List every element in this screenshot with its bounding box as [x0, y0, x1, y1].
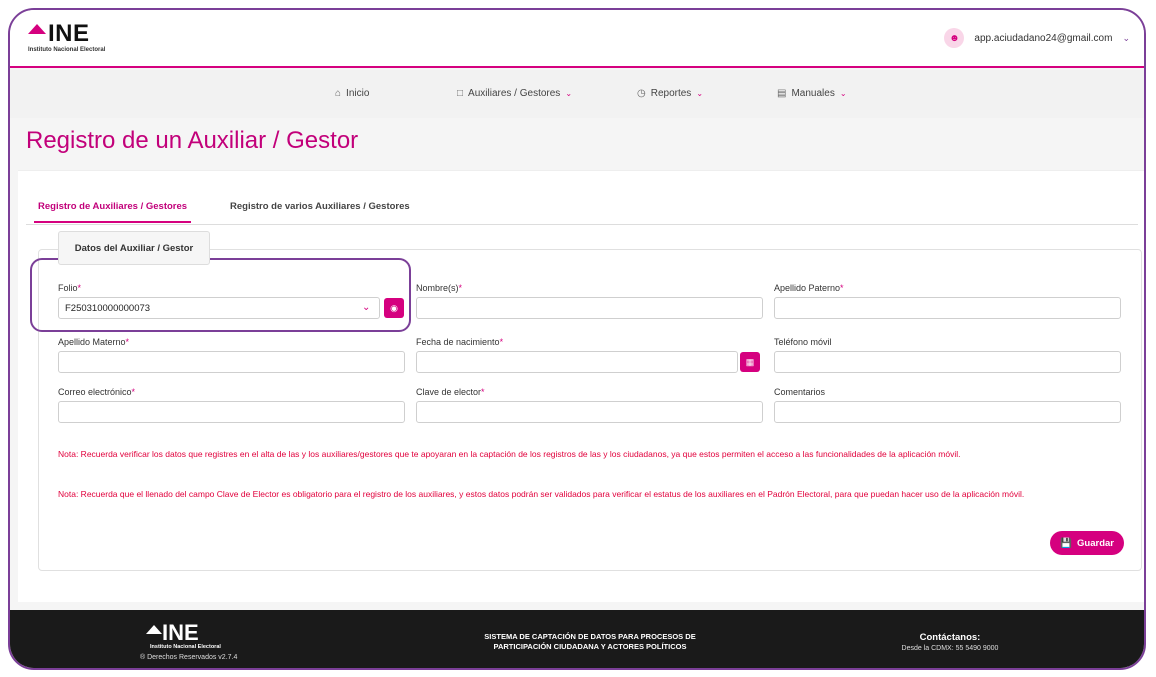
- tab-registro-varios[interactable]: Registro de varios Auxiliares / Gestores: [230, 201, 410, 212]
- nav-item-inicio[interactable]: ⌂ Inicio: [335, 88, 369, 99]
- nav-label: Reportes: [650, 88, 692, 99]
- nombre-field: Nombre(s)*: [416, 283, 763, 323]
- logo-subtitle: Instituto Nacional Electoral: [28, 47, 106, 53]
- folio-label: Folio: [58, 283, 78, 293]
- main-content: Registro de Auxiliares / Gestores Regist…: [18, 170, 1144, 602]
- save-label: Guardar: [1077, 537, 1114, 549]
- logo-text: INE: [48, 20, 90, 47]
- footer-system-line1: SISTEMA DE CAPTACIÓN DE DATOS PARA PROCE…: [484, 632, 696, 641]
- telefono-input[interactable]: [774, 351, 1121, 373]
- fecha-nacimiento-label: Fecha de nacimiento: [416, 337, 500, 347]
- tab-registro-individual[interactable]: Registro de Auxiliares / Gestores: [33, 201, 192, 223]
- user-icon: ☻: [944, 28, 965, 48]
- apellido-materno-field: Apellido Materno*: [58, 337, 405, 377]
- nav-label: Auxiliares / Gestores: [468, 88, 561, 99]
- top-header: INE Instituto Nacional Electoral ☻ app.a…: [10, 10, 1144, 68]
- fecha-nacimiento-field: Fecha de nacimiento* ▦: [416, 337, 763, 377]
- comentarios-label: Comentarios: [774, 387, 826, 397]
- chevron-down-icon: ⌄: [696, 89, 704, 98]
- correo-input[interactable]: [58, 401, 405, 423]
- ine-logo[interactable]: INE Instituto Nacional Electoral: [28, 20, 148, 58]
- section-title: Datos del Auxiliar / Gestor: [58, 231, 210, 265]
- folio-field: Folio* F250310000000073 ⌄ ◉: [58, 283, 408, 323]
- fecha-nacimiento-input[interactable]: [416, 351, 738, 373]
- apellido-paterno-label: Apellido Paterno: [774, 283, 841, 293]
- nombre-label: Nombre(s): [416, 283, 459, 293]
- footer-contact-title: Contáctanos:: [919, 632, 981, 643]
- footer-rights: ® Derechos Reservados v2.7.4: [140, 654, 238, 661]
- apellido-materno-label: Apellido Materno: [58, 337, 126, 347]
- chevron-down-icon[interactable]: ⌄: [362, 302, 370, 313]
- telefono-field: Teléfono móvil: [774, 337, 1121, 377]
- ine-logo-mark: [28, 24, 46, 34]
- apellido-paterno-field: Apellido Paterno*: [774, 283, 1121, 323]
- file-icon: ▤: [777, 88, 787, 99]
- user-menu[interactable]: ☻ app.aciudadano24@gmail.com ⌄: [944, 28, 1130, 48]
- comentarios-input[interactable]: [774, 401, 1121, 423]
- footer-contact: Contáctanos: Desde la CDMX: 55 5490 9000: [870, 632, 1030, 652]
- footer-system-line2: PARTICIPACIÓN CIUDADANA Y ACTORES POLÍTI…: [493, 642, 687, 651]
- footer-contact-phone: Desde la CDMX: 55 5490 9000: [901, 645, 999, 652]
- apellido-paterno-input[interactable]: [774, 297, 1121, 319]
- telefono-label: Teléfono móvil: [774, 337, 832, 347]
- app-window: INE Instituto Nacional Electoral ☻ app.a…: [8, 8, 1146, 670]
- footer-logo-text: INE: [162, 620, 199, 645]
- nav-item-auxiliares[interactable]: □ Auxiliares / Gestores ⌄: [457, 88, 572, 99]
- apellido-materno-input[interactable]: [58, 351, 405, 373]
- note-clave-elector: Nota: Recuerda que el llenado del campo …: [58, 489, 1025, 499]
- folio-select[interactable]: F250310000000073: [58, 297, 380, 319]
- home-icon: ⌂: [335, 88, 342, 99]
- comentarios-field: Comentarios: [774, 387, 1121, 427]
- save-icon: 💾: [1060, 537, 1073, 549]
- correo-field: Correo electrónico*: [58, 387, 405, 427]
- nav-item-reportes[interactable]: ◷ Reportes ⌄: [637, 88, 703, 99]
- main-nav: ⌂ Inicio □ Auxiliares / Gestores ⌄ ◷ Rep…: [10, 70, 1144, 118]
- chevron-down-icon: ⌄: [565, 89, 573, 98]
- chevron-down-icon: ⌄: [1122, 32, 1130, 43]
- note-verificar: Nota: Recuerda verificar los datos que r…: [58, 449, 961, 459]
- footer: INE Instituto Nacional Electoral ® Derec…: [10, 610, 1144, 668]
- nombre-input[interactable]: [416, 297, 763, 319]
- document-icon: □: [457, 88, 464, 99]
- clave-elector-label: Clave de elector: [416, 387, 482, 397]
- save-button[interactable]: 💾 Guardar: [1050, 531, 1124, 555]
- tab-bar: Registro de Auxiliares / Gestores Regist…: [26, 191, 1138, 225]
- nav-item-manuales[interactable]: ▤ Manuales ⌄: [777, 88, 847, 99]
- page-title: Registro de un Auxiliar / Gestor: [26, 127, 359, 154]
- chevron-down-icon: ⌄: [839, 89, 847, 98]
- calendar-icon[interactable]: ▦: [740, 352, 760, 372]
- eye-icon[interactable]: ◉: [384, 298, 404, 318]
- footer-system-name: SISTEMA DE CAPTACIÓN DE DATOS PARA PROCE…: [450, 632, 730, 652]
- clock-icon: ◷: [637, 88, 646, 99]
- nav-label: Inicio: [346, 88, 370, 99]
- clave-elector-input[interactable]: [416, 401, 763, 423]
- footer-logo: INE Instituto Nacional Electoral ® Derec…: [140, 620, 270, 668]
- clave-elector-field: Clave de elector*: [416, 387, 763, 427]
- correo-label: Correo electrónico: [58, 387, 132, 397]
- user-email: app.aciudadano24@gmail.com: [974, 32, 1113, 44]
- footer-logo-subtitle: Instituto Nacional Electoral: [150, 644, 221, 650]
- nav-label: Manuales: [791, 88, 835, 99]
- ine-logo-mark: [146, 625, 162, 634]
